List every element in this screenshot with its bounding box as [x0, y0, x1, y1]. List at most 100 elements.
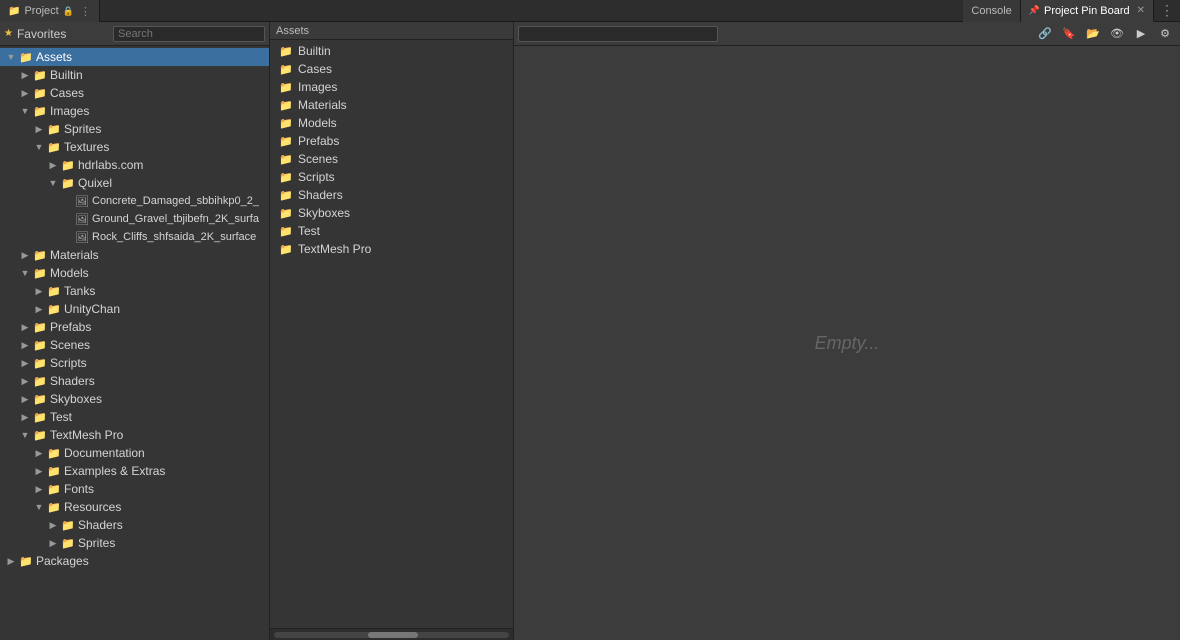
folder-icon-images: 📁	[32, 105, 48, 118]
middle-header-label: Assets	[276, 25, 309, 37]
right-search-input[interactable]	[518, 26, 718, 42]
tab-pinboard[interactable]: 📌 Project Pin Board ✕	[1021, 0, 1154, 22]
right-toolbar: 🔗 🔖 📂 👁 ▶ ⚙	[514, 22, 1180, 46]
list-item-scenes[interactable]: 📁 Scenes	[270, 150, 513, 168]
tab-close-btn[interactable]: ✕	[1137, 5, 1145, 16]
tree-item-textmeshpro[interactable]: 📁 TextMesh Pro	[0, 426, 269, 444]
tree-label-cases: Cases	[50, 86, 84, 100]
tab-more-dots: ⋮	[80, 5, 91, 18]
tree-item-builtin[interactable]: 📁 Builtin	[0, 66, 269, 84]
folder-icon-skyboxes: 📁	[32, 393, 48, 406]
main-panels: ★ Favorites 📁 Assets 📁 Builtin	[0, 22, 1180, 640]
tree-item-textures[interactable]: 📁 Textures	[0, 138, 269, 156]
tree-label-scenes: Scenes	[50, 338, 90, 352]
tree-label-packages: Packages	[36, 554, 89, 568]
list-item-scripts[interactable]: 📁 Scripts	[270, 168, 513, 186]
tree-item-ground[interactable]: 🖼 Ground_Gravel_tbjibefn_2K_surfa	[0, 210, 269, 228]
list-label: TextMesh Pro	[298, 242, 371, 256]
left-search-input[interactable]	[113, 26, 265, 42]
tree-item-models[interactable]: 📁 Models	[0, 264, 269, 282]
toolbar-eye-btn[interactable]: 👁	[1106, 24, 1128, 44]
tree-item-packages[interactable]: 📁 Packages	[0, 552, 269, 570]
list-label: Test	[298, 224, 320, 238]
folder-icon-textmeshpro: 📁	[32, 429, 48, 442]
folder-icon: 📁	[278, 63, 294, 76]
folder-icon: 📁	[278, 189, 294, 202]
list-item-shaders[interactable]: 📁 Shaders	[270, 186, 513, 204]
list-item-images[interactable]: 📁 Images	[270, 78, 513, 96]
tree-item-resources[interactable]: 📁 Resources	[0, 498, 269, 516]
tree-item-sprites2[interactable]: 📁 Sprites	[0, 534, 269, 552]
list-item-builtin[interactable]: 📁 Builtin	[270, 42, 513, 60]
tree-item-test[interactable]: 📁 Test	[0, 408, 269, 426]
toolbar-folder-btn[interactable]: 📂	[1082, 24, 1104, 44]
list-item-textmeshpro[interactable]: 📁 TextMesh Pro	[270, 240, 513, 258]
tabs-overflow-btn[interactable]: ⋮	[1154, 0, 1180, 21]
list-item-prefabs[interactable]: 📁 Prefabs	[270, 132, 513, 150]
tree-item-fonts[interactable]: 📁 Fonts	[0, 480, 269, 498]
tree-arrow-scripts	[18, 358, 32, 369]
tree-item-prefabs[interactable]: 📁 Prefabs	[0, 318, 269, 336]
tree-item-scripts[interactable]: 📁 Scripts	[0, 354, 269, 372]
tree-item-hdrlabs[interactable]: 📁 hdrlabs.com	[0, 156, 269, 174]
folder-icon-packages: 📁	[18, 555, 34, 568]
favorites-label: Favorites	[17, 27, 66, 41]
tree-item-skyboxes[interactable]: 📁 Skyboxes	[0, 390, 269, 408]
tree-item-shaders2[interactable]: 📁 Shaders	[0, 516, 269, 534]
list-label: Scenes	[298, 152, 338, 166]
tab-console[interactable]: Console	[963, 0, 1020, 22]
folder-icon-tanks: 📁	[46, 285, 62, 298]
tree-arrow-textures	[32, 142, 46, 152]
tree-item-documentation[interactable]: 📁 Documentation	[0, 444, 269, 462]
tree-label-test: Test	[50, 410, 72, 424]
tree-arrow-materials	[18, 250, 32, 261]
tree-item-materials[interactable]: 📁 Materials	[0, 246, 269, 264]
tree-arrow-fonts	[32, 484, 46, 495]
tree-label-scripts: Scripts	[50, 356, 87, 370]
tree-arrow-resources	[32, 502, 46, 512]
folder-icon-textures: 📁	[46, 141, 62, 154]
tree-label-materials: Materials	[50, 248, 99, 262]
tree-arrow-images	[18, 106, 32, 116]
tree-item-quixel[interactable]: 📁 Quixel	[0, 174, 269, 192]
folder-icon: 📁	[278, 45, 294, 58]
list-item-skyboxes[interactable]: 📁 Skyboxes	[270, 204, 513, 222]
list-item-materials[interactable]: 📁 Materials	[270, 96, 513, 114]
toolbar-play-btn[interactable]: ▶	[1130, 24, 1152, 44]
tree-item-sprites[interactable]: 📁 Sprites	[0, 120, 269, 138]
tabs-spacer	[100, 0, 964, 21]
list-label: Materials	[298, 98, 347, 112]
tree-item-scenes[interactable]: 📁 Scenes	[0, 336, 269, 354]
tree-arrow-packages	[4, 556, 18, 567]
tree-item-rock[interactable]: 🖼 Rock_Cliffs_shfsaida_2K_surface	[0, 228, 269, 246]
tab-bar: 📁 Project 🔒 ⋮ Console 📌 Project Pin Boar…	[0, 0, 1180, 22]
list-label: Images	[298, 80, 337, 94]
folder-icon-examples: 📁	[46, 465, 62, 478]
folder-icon-quixel: 📁	[60, 177, 76, 190]
toolbar-link-btn[interactable]: 🔗	[1034, 24, 1056, 44]
tree-item-examples[interactable]: 📁 Examples & Extras	[0, 462, 269, 480]
tree-label-examples: Examples & Extras	[64, 464, 165, 478]
tree-item-cases[interactable]: 📁 Cases	[0, 84, 269, 102]
tree-arrow-models	[18, 268, 32, 278]
tree-item-unitychan[interactable]: 📁 UnityChan	[0, 300, 269, 318]
tree-item-images[interactable]: 📁 Images	[0, 102, 269, 120]
folder-icon: 📁	[278, 171, 294, 184]
toolbar-settings-btn[interactable]: ⚙	[1154, 24, 1176, 44]
tree-label-ground: Ground_Gravel_tbjibefn_2K_surfa	[92, 213, 259, 225]
tree-item-tanks[interactable]: 📁 Tanks	[0, 282, 269, 300]
tab-project[interactable]: 📁 Project 🔒 ⋮	[0, 0, 100, 22]
list-item-models[interactable]: 📁 Models	[270, 114, 513, 132]
list-item-test[interactable]: 📁 Test	[270, 222, 513, 240]
file-icon-concrete: 🖼	[74, 195, 90, 208]
pin-icon: 📌	[1029, 5, 1040, 16]
tree-item-concrete[interactable]: 🖼 Concrete_Damaged_sbbihkp0_2_	[0, 192, 269, 210]
toolbar-bookmark-btn[interactable]: 🔖	[1058, 24, 1080, 44]
tree-arrow-sprites	[32, 124, 46, 135]
list-item-cases[interactable]: 📁 Cases	[270, 60, 513, 78]
tree-item-shaders[interactable]: 📁 Shaders	[0, 372, 269, 390]
middle-scrollbar[interactable]	[270, 628, 513, 640]
tree-item-assets[interactable]: 📁 Assets	[0, 48, 269, 66]
folder-icon: 📁	[278, 135, 294, 148]
tree-arrow-quixel	[46, 178, 60, 188]
